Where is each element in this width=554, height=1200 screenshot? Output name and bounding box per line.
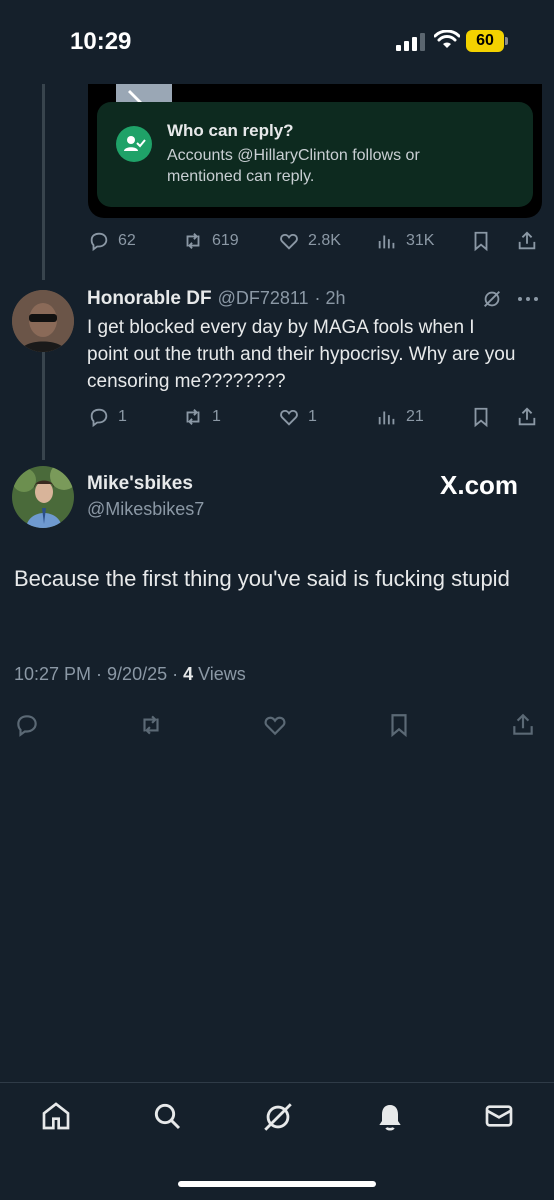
thread-line [42,352,45,460]
grok-icon[interactable] [481,288,503,310]
search-icon[interactable] [151,1100,183,1132]
status-time: 10:29 [70,28,132,55]
share-button[interactable] [516,406,538,428]
heart-icon [280,233,298,250]
reply-icon [90,408,108,428]
battery-cap [505,37,508,45]
wifi-icon [434,30,460,48]
like-count: 2.8K [308,232,341,249]
post-header: Honorable DF @DF72811 · 2h [87,288,346,310]
home-icon[interactable] [40,1100,72,1132]
like-count: 1 [308,408,317,425]
reply-count: 62 [118,232,136,249]
reply-button[interactable]: 1 [88,406,127,428]
avatar[interactable] [12,290,74,352]
author-handle[interactable]: @Mikesbikes7 [87,499,204,520]
thread-line [42,84,45,280]
bookmark-button[interactable] [470,406,492,428]
post-time: · 2h [314,288,346,308]
repost-icon[interactable] [137,712,165,738]
repost-icon [186,409,200,425]
avatar[interactable] [12,466,74,528]
post-timestamp: 10:27 PM · 9/20/25 · [14,664,184,684]
messages-icon[interactable] [483,1100,515,1132]
reply-icon[interactable] [14,712,40,738]
heart-icon[interactable] [261,712,289,738]
bookmark-icon [474,407,488,428]
views-count: 4 [183,664,194,684]
analytics-icon [378,235,395,249]
author-handle[interactable]: @DF72811 [218,288,309,309]
bookmark-button[interactable] [470,230,492,252]
bookmark-icon [474,231,488,252]
analytics-icon [378,411,395,425]
notifications-icon[interactable] [374,1100,406,1134]
repost-button[interactable]: 619 [182,230,239,252]
battery-icon: 60 [466,30,508,52]
heart-icon [280,409,298,426]
battery-level: 60 [466,30,504,52]
post-text: I get blocked every day by MAGA fools wh… [87,317,516,392]
share-icon [518,407,536,426]
share-button[interactable] [516,230,538,252]
more-options-icon[interactable] [516,293,540,305]
view-count: 21 [406,408,424,425]
post-text: Because the first thing you've said is f… [14,566,510,591]
views-label: Views [193,664,246,684]
reply-count: 1 [118,408,127,425]
xcom-watermark: X.com [440,470,519,500]
repost-count: 619 [212,232,239,249]
share-icon[interactable] [510,712,536,738]
reply-icon [90,232,108,252]
repost-button[interactable]: 1 [182,406,221,428]
repost-icon [186,233,200,249]
view-count: 31K [406,232,435,249]
post-meta: 10:27 PM · 9/20/25 · 4 Views [14,664,246,685]
signal-icon [396,33,425,51]
views-button[interactable]: 31K [376,230,434,252]
reply-restriction-text: Accounts @HillaryClinton follows or ment… [167,147,420,185]
like-button[interactable]: 2.8K [278,230,341,252]
like-button[interactable]: 1 [278,406,317,428]
author-name[interactable]: Mike'sbikes [87,473,193,495]
share-icon [518,231,536,250]
repost-count: 1 [212,408,221,425]
reply-restriction-title: Who can reply? [167,121,294,140]
views-button[interactable]: 21 [376,406,424,428]
reply-restriction-icon [116,126,152,162]
grok-icon[interactable] [261,1100,295,1134]
bookmark-icon[interactable] [386,712,412,738]
reply-button[interactable]: 62 [88,230,136,252]
author-name[interactable]: Honorable DF [87,288,212,310]
home-indicator [178,1181,376,1187]
